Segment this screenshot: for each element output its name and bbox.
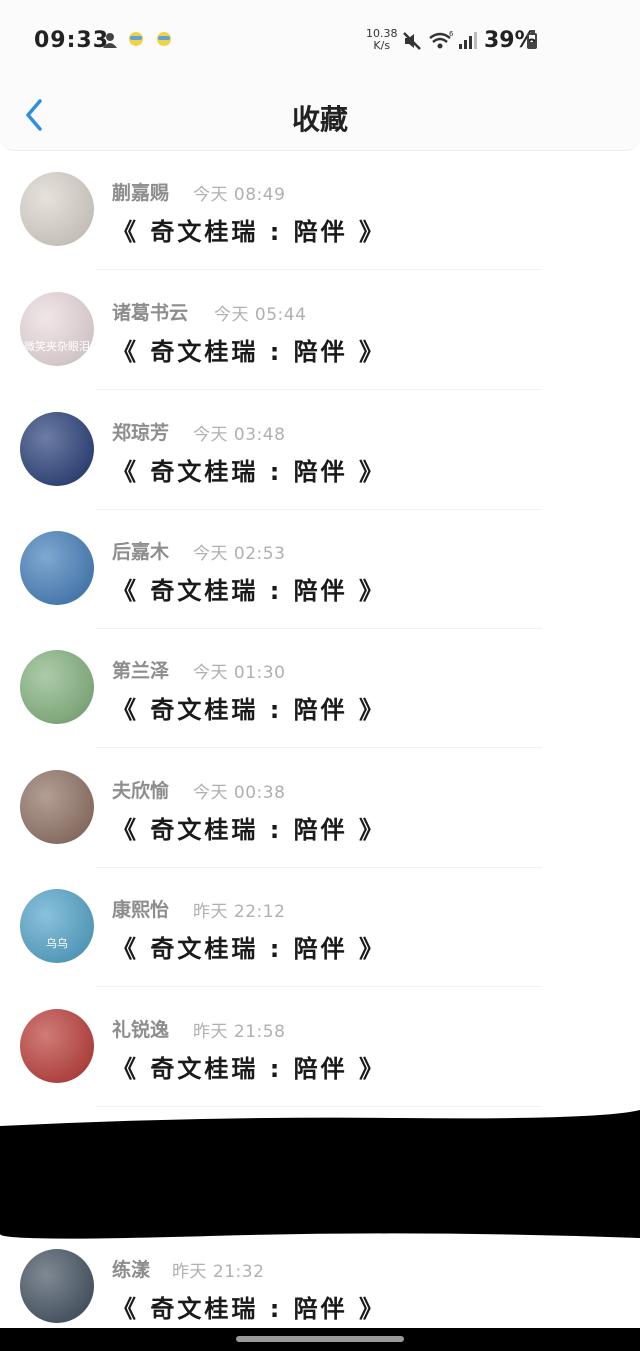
author-name: 第兰泽: [112, 660, 170, 682]
author-name: 蒯嘉赐: [112, 182, 170, 204]
signal-icon: [458, 30, 478, 55]
avatar[interactable]: [20, 412, 94, 486]
avatar[interactable]: [20, 1249, 94, 1323]
author-name: 诸葛书云: [112, 302, 189, 324]
page-title: 收藏: [291, 103, 348, 136]
system-nav-bar: [0, 1328, 640, 1351]
avatar[interactable]: 微笑夹杂眼泪: [20, 292, 94, 366]
favorite-title[interactable]: 《 奇文桂瑞 : 陪伴 》: [112, 212, 386, 247]
favorite-title[interactable]: 《 奇文桂瑞 : 陪伴 》: [112, 571, 386, 606]
network-speed: 10.38 K/s: [366, 27, 398, 52]
post-time: 昨天 21:58: [193, 1022, 286, 1042]
author-name: 康熙怡: [112, 899, 170, 921]
favorite-title[interactable]: 《 奇文桂瑞 : 陪伴 》: [112, 332, 386, 367]
home-gesture-handle[interactable]: [236, 1336, 404, 1342]
favorite-item[interactable]: 第兰泽 今天 01:30 《 奇文桂瑞 : 陪伴 》: [0, 628, 640, 748]
wifi-icon: 6: [428, 30, 454, 57]
avatar[interactable]: [20, 531, 94, 605]
favorite-item[interactable]: 蒯嘉赐 今天 08:49 《 奇文桂瑞 : 陪伴 》: [0, 150, 640, 270]
author-name: 夫欣愉: [112, 780, 170, 802]
post-time: 今天 02:53: [193, 544, 286, 564]
favorite-item[interactable]: 微笑夹杂眼泪 诸葛书云 今天 05:44 《 奇文桂瑞 : 陪伴 》: [0, 270, 640, 390]
mute-icon: [401, 30, 423, 57]
author-name: 郑琼芳: [112, 422, 170, 444]
post-time: 昨天 21:32: [172, 1262, 265, 1282]
battery-icon: [527, 30, 537, 49]
favorite-title[interactable]: 《 奇文桂瑞 : 陪伴 》: [112, 452, 386, 487]
avatar[interactable]: [20, 650, 94, 724]
post-time: 今天 03:48: [193, 425, 286, 445]
favorite-item[interactable]: 夫欣愉 今天 00:38 《 奇文桂瑞 : 陪伴 》: [0, 748, 640, 868]
notification-emoji-icon: [126, 30, 146, 55]
favorite-item[interactable]: 礼锐逸 昨天 21:58 《 奇文桂瑞 : 陪伴 》: [0, 987, 640, 1107]
status-bar: 09:33 10.38 K/s 6 39%: [0, 0, 640, 80]
post-time: 今天 08:49: [193, 185, 286, 205]
author-name: 礼锐逸: [112, 1019, 170, 1041]
avatar-caption: 乌乌: [46, 937, 68, 950]
post-time: 今天 05:44: [214, 305, 307, 325]
favorite-title[interactable]: 《 奇文桂瑞 : 陪伴 》: [112, 1289, 386, 1324]
post-time: 今天 00:38: [193, 783, 286, 803]
favorite-item[interactable]: 后嘉木 今天 02:53 《 奇文桂瑞 : 陪伴 》: [0, 509, 640, 629]
notification-emoji-icon: [154, 30, 174, 55]
post-time: 今天 01:30: [193, 663, 286, 683]
favorite-title[interactable]: 《 奇文桂瑞 : 陪伴 》: [112, 1049, 386, 1084]
svg-text:6: 6: [449, 30, 454, 38]
status-time: 09:33: [34, 28, 110, 53]
favorite-title[interactable]: 《 奇文桂瑞 : 陪伴 》: [112, 810, 386, 845]
favorite-title[interactable]: 《 奇文桂瑞 : 陪伴 》: [112, 929, 386, 964]
divider: [96, 1106, 542, 1107]
page-header: 收藏: [0, 80, 640, 151]
avatar[interactable]: [20, 172, 94, 246]
notification-app-icon: [100, 30, 120, 55]
favorite-item[interactable]: 乌乌 康熙怡 昨天 22:12 《 奇文桂瑞 : 陪伴 》: [0, 867, 640, 987]
avatar[interactable]: [20, 1009, 94, 1083]
avatar[interactable]: 乌乌: [20, 889, 94, 963]
avatar[interactable]: [20, 770, 94, 844]
favorite-item[interactable]: 郑琼芳 今天 03:48 《 奇文桂瑞 : 陪伴 》: [0, 390, 640, 510]
avatar-caption: 微笑夹杂眼泪: [24, 340, 90, 353]
redacted-region: [0, 1110, 640, 1239]
author-name: 后嘉木: [112, 541, 170, 563]
favorite-title[interactable]: 《 奇文桂瑞 : 陪伴 》: [112, 690, 386, 725]
author-name: 练漾: [112, 1259, 151, 1281]
post-time: 昨天 22:12: [193, 902, 286, 922]
